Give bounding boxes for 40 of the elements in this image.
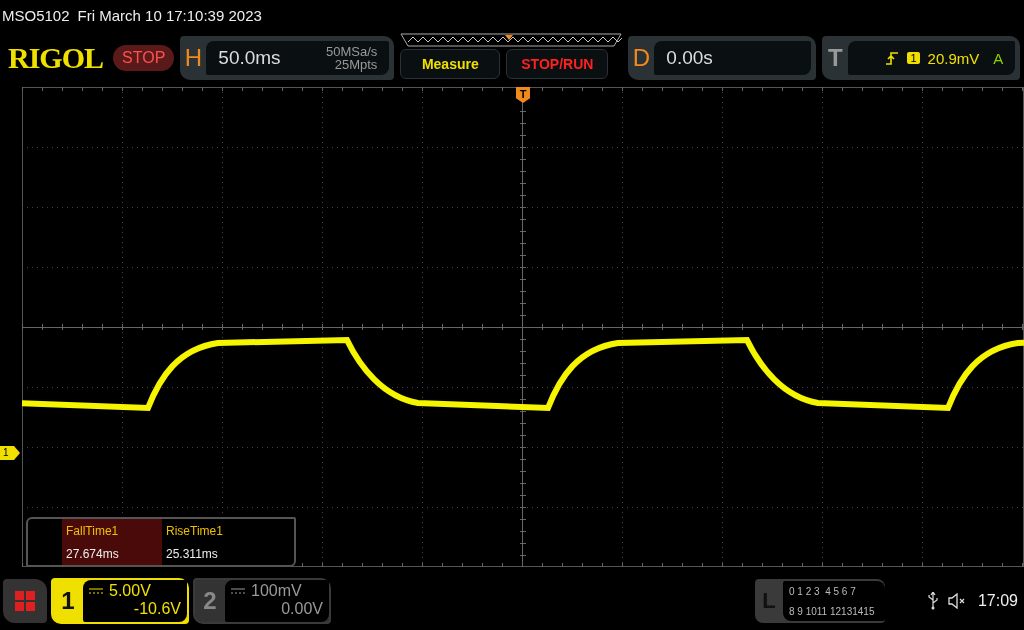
channel-offset: 0.00V bbox=[281, 600, 323, 618]
horizontal-panel[interactable]: H 50.0ms 50MSa/s 25Mpts bbox=[180, 36, 395, 80]
channel-number: 2 bbox=[202, 586, 218, 616]
channel-offset: -10.6V bbox=[133, 600, 181, 618]
delay-panel[interactable]: D 0.00s bbox=[628, 36, 817, 80]
trigger-position-marker[interactable]: T bbox=[516, 87, 530, 103]
date-time: Fri March 10 17:10:39 2023 bbox=[77, 6, 262, 24]
measurement-item[interactable]: RiseTime1 25.311ms bbox=[162, 519, 262, 565]
channel-scale: 100mV bbox=[251, 582, 302, 600]
channel-number: 1 bbox=[60, 586, 76, 616]
timebase-value: 50.0ms bbox=[218, 47, 281, 69]
logic-channels-row-text: 0 1 2 3 4 5 6 7 bbox=[789, 585, 857, 597]
channel-panel[interactable]: 1 5.00V -10.6V bbox=[51, 578, 189, 624]
toolbar-button[interactable]: STOP/RUN bbox=[506, 49, 609, 79]
channel-panel[interactable]: 2 100mV 0.00V bbox=[193, 578, 331, 624]
channel-scale: 5.00V bbox=[109, 582, 151, 600]
delay-letter: D bbox=[631, 44, 651, 72]
logic-channels-row-text: 8 9 1011 12131415 bbox=[789, 605, 876, 617]
rising-edge-icon bbox=[885, 50, 900, 66]
dc-coupling-icon bbox=[89, 588, 103, 594]
toolbar-button[interactable]: Measure bbox=[400, 49, 501, 79]
dc-coupling-icon bbox=[231, 588, 245, 594]
model-name: MSO5102 bbox=[2, 6, 70, 24]
delay-value: 0.00s bbox=[666, 47, 713, 69]
run-state-badge[interactable]: STOP bbox=[113, 45, 175, 71]
measurement-item[interactable]: FallTime1 27.674ms bbox=[62, 519, 162, 565]
memory-depth: 25Mpts bbox=[334, 58, 378, 71]
trigger-source-badge: 1 bbox=[907, 52, 920, 64]
horizontal-letter: H bbox=[183, 44, 203, 72]
trigger-panel[interactable]: T 1 20.9mV A bbox=[822, 36, 1021, 80]
trigger-level: 20.9mV bbox=[927, 49, 980, 67]
menu-button[interactable] bbox=[3, 579, 47, 623]
usb-icon bbox=[927, 592, 938, 610]
clock-time: 17:09 bbox=[977, 592, 1018, 610]
grid-menu-icon bbox=[15, 591, 35, 611]
trigger-letter: T bbox=[826, 44, 844, 72]
trigger-mode: A bbox=[993, 49, 1004, 67]
channel-offset-marker[interactable]: 1 bbox=[0, 446, 20, 460]
sample-rate: 50MSa/s bbox=[326, 45, 378, 58]
brand-logo: RIGOL bbox=[8, 41, 104, 75]
